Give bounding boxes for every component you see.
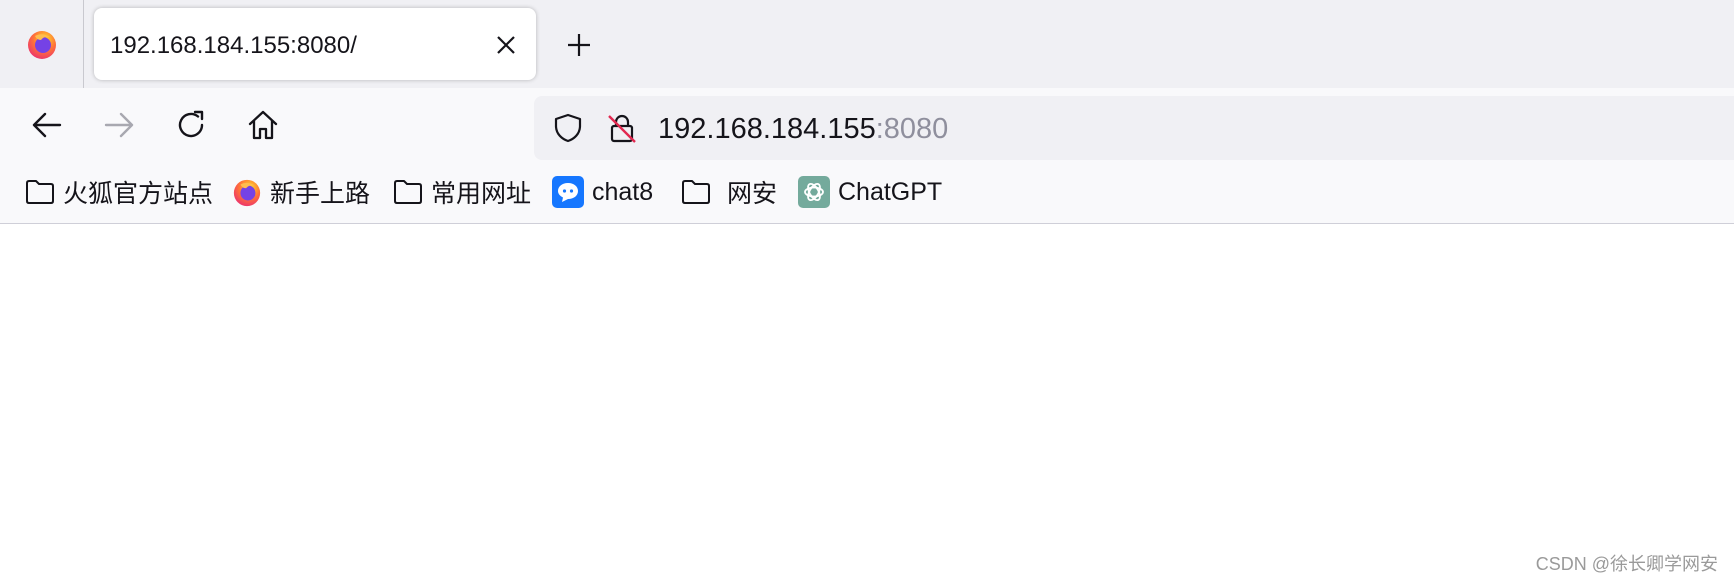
bookmark-getting-started[interactable]: 新手上路 bbox=[232, 176, 370, 208]
insecure-connection-lock-icon[interactable] bbox=[606, 112, 638, 144]
back-arrow-icon[interactable] bbox=[30, 108, 64, 142]
chat-bubble-icon bbox=[552, 176, 584, 208]
home-icon[interactable] bbox=[246, 108, 280, 142]
tab-title: 192.168.184.155:8080/ bbox=[110, 32, 357, 59]
bookmark-chatgpt[interactable]: ChatGPT bbox=[798, 176, 942, 208]
watermark-text: CSDN @徐长卿学网安 bbox=[1535, 554, 1718, 574]
new-tab-plus-icon[interactable] bbox=[565, 31, 593, 59]
folder-icon bbox=[26, 180, 54, 204]
tracking-protection-shield-icon[interactable] bbox=[552, 112, 584, 144]
close-icon[interactable] bbox=[494, 33, 518, 57]
bookmark-folder-firefox-sites[interactable]: 火狐官方站点 bbox=[25, 176, 213, 208]
tab-strip: 192.168.184.155:8080/ bbox=[0, 0, 1734, 88]
folder-icon bbox=[394, 180, 422, 204]
firefox-logo-icon bbox=[27, 31, 56, 59]
url-text: 192.168.184.155:8080 bbox=[658, 113, 948, 146]
bookmark-label: 新手上路 bbox=[270, 180, 371, 208]
url-port: :8080 bbox=[875, 113, 949, 145]
page-content: CSDN @徐长卿学网安 bbox=[0, 224, 1734, 584]
firefox-icon bbox=[233, 179, 261, 207]
bookmark-label: ChatGPT bbox=[838, 177, 943, 206]
bookmark-chat8[interactable]: chat8 bbox=[552, 176, 653, 208]
bookmark-label: 网安 bbox=[727, 180, 778, 208]
bookmark-folder-common-sites[interactable]: 常用网址 bbox=[393, 176, 531, 208]
bookmark-folder-netsec[interactable]: 网安 bbox=[681, 176, 777, 208]
folder-icon bbox=[682, 180, 710, 204]
bookmarks-toolbar: 火狐官方站点 新手上路 常用网址 chat8 网安 ChatGPT bbox=[0, 160, 1734, 224]
navigation-toolbar: 192.168.184.155:8080 bbox=[0, 88, 1734, 160]
tab-active[interactable]: 192.168.184.155:8080/ bbox=[94, 8, 536, 80]
firefox-view-button[interactable] bbox=[0, 0, 84, 88]
url-host: 192.168.184.155 bbox=[658, 113, 876, 145]
openai-icon bbox=[798, 176, 830, 208]
bookmark-label: chat8 bbox=[592, 177, 654, 206]
forward-arrow-icon[interactable] bbox=[102, 108, 136, 142]
address-bar[interactable]: 192.168.184.155:8080 bbox=[534, 96, 1734, 160]
reload-icon[interactable] bbox=[175, 108, 209, 142]
bookmark-label: 常用网址 bbox=[431, 180, 532, 208]
bookmark-label: 火狐官方站点 bbox=[63, 180, 214, 208]
